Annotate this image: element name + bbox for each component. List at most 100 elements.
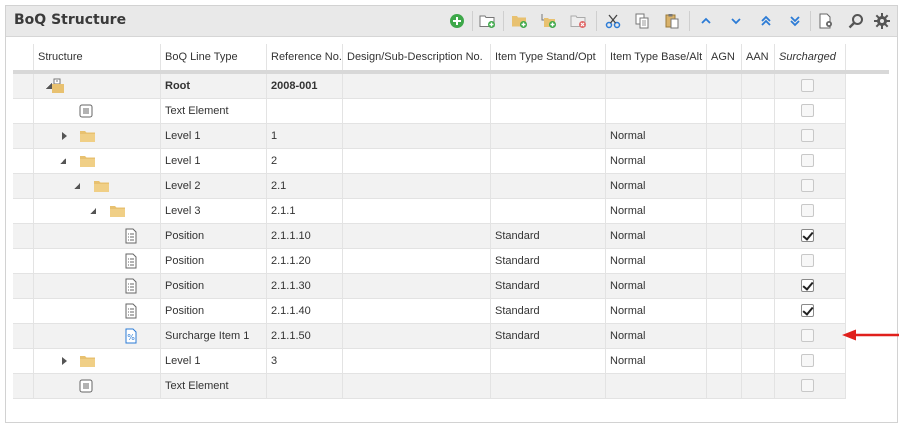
table-row[interactable]: Position 2.1.1.10 Standard Normal xyxy=(13,224,846,249)
move-bottom-icon[interactable] xyxy=(785,11,805,31)
move-down-icon[interactable] xyxy=(726,11,746,31)
header-stand-opt[interactable]: Item Type Stand/Opt xyxy=(491,44,606,70)
delete-folder-icon[interactable] xyxy=(569,11,589,31)
expand-toggle-icon[interactable] xyxy=(62,132,67,140)
boq-grid: Structure BoQ Line Type Reference No. De… xyxy=(13,44,889,404)
stand-opt-cell: Standard xyxy=(491,299,606,323)
surcharged-cell xyxy=(775,274,846,298)
surcharged-checkbox[interactable] xyxy=(801,154,814,167)
header-reference[interactable]: Reference No. xyxy=(267,44,343,70)
table-row[interactable]: Position 2.1.1.40 Standard Normal xyxy=(13,299,846,324)
line-type-cell: Level 3 xyxy=(161,199,267,223)
line-type-cell: Position xyxy=(161,249,267,273)
folder-icon xyxy=(79,353,96,373)
header-base-alt[interactable]: Item Type Base/Alt xyxy=(606,44,707,70)
surcharged-checkbox[interactable] xyxy=(801,204,814,217)
structure-cell xyxy=(34,249,161,273)
header-agn[interactable]: AGN xyxy=(707,44,742,70)
table-row[interactable]: Position 2.1.1.30 Standard Normal xyxy=(13,274,846,299)
aan-cell xyxy=(742,249,775,273)
line-type-cell: Position xyxy=(161,224,267,248)
row-spacer xyxy=(13,274,34,298)
paste-icon[interactable] xyxy=(662,11,682,31)
add-sublevel-icon[interactable] xyxy=(539,11,559,31)
row-spacer xyxy=(13,299,34,323)
surcharged-cell xyxy=(775,99,846,123)
design-cell xyxy=(343,349,491,373)
table-row[interactable]: Text Element xyxy=(13,99,846,124)
collapse-toggle-icon[interactable] xyxy=(60,158,66,164)
design-cell xyxy=(343,149,491,173)
aan-cell xyxy=(742,374,775,398)
move-up-icon[interactable] xyxy=(696,11,716,31)
position-icon xyxy=(125,303,137,323)
move-top-icon[interactable] xyxy=(756,11,776,31)
add-level-icon[interactable] xyxy=(510,11,530,31)
surcharged-checkbox[interactable] xyxy=(801,304,814,317)
base-alt-cell: Normal xyxy=(606,174,707,198)
collapse-toggle-icon[interactable] xyxy=(90,208,96,214)
surcharged-cell xyxy=(775,199,846,223)
add-icon[interactable] xyxy=(447,11,467,31)
header-design[interactable]: Design/Sub-Description No. xyxy=(343,44,491,70)
agn-cell xyxy=(707,124,742,148)
surcharged-checkbox[interactable] xyxy=(801,229,814,242)
table-row[interactable]: Level 1 1 Normal xyxy=(13,124,846,149)
table-row[interactable]: Text Element xyxy=(13,374,846,399)
search-icon[interactable] xyxy=(846,11,866,31)
design-cell xyxy=(343,224,491,248)
surcharged-checkbox[interactable] xyxy=(801,379,814,392)
stand-opt-cell xyxy=(491,99,606,123)
surcharged-checkbox[interactable] xyxy=(801,179,814,192)
collapse-toggle-icon[interactable] xyxy=(74,183,80,189)
reference-cell: 3 xyxy=(267,349,343,373)
row-spacer xyxy=(13,249,34,273)
structure-cell xyxy=(34,349,161,373)
design-cell xyxy=(343,99,491,123)
row-spacer xyxy=(13,199,34,223)
header-surcharged[interactable]: Surcharged xyxy=(775,44,846,70)
surcharged-checkbox[interactable] xyxy=(801,79,814,92)
expand-toggle-icon[interactable] xyxy=(62,357,67,365)
structure-cell: % xyxy=(34,324,161,348)
base-alt-cell: Normal xyxy=(606,249,707,273)
new-folder-icon[interactable] xyxy=(478,11,498,31)
surcharged-checkbox[interactable] xyxy=(801,279,814,292)
surcharged-checkbox[interactable] xyxy=(801,129,814,142)
table-row[interactable]: % Surcharge Item 1 2.1.1.50 Standard Normal xyxy=(13,324,846,349)
line-type-cell: Text Element xyxy=(161,99,267,123)
header-line-type[interactable]: BoQ Line Type xyxy=(161,44,267,70)
table-row[interactable]: Root 2008-001 xyxy=(13,74,846,99)
surcharged-checkbox[interactable] xyxy=(801,329,814,342)
surcharged-checkbox[interactable] xyxy=(801,354,814,367)
surcharged-checkbox[interactable] xyxy=(801,104,814,117)
table-row[interactable]: Level 1 2 Normal xyxy=(13,149,846,174)
agn-cell xyxy=(707,149,742,173)
surcharged-cell xyxy=(775,374,846,398)
table-row[interactable]: Level 1 3 Normal xyxy=(13,349,846,374)
aan-cell xyxy=(742,149,775,173)
agn-cell xyxy=(707,274,742,298)
reference-cell: 2.1.1.50 xyxy=(267,324,343,348)
table-row[interactable]: Position 2.1.1.20 Standard Normal xyxy=(13,249,846,274)
surcharged-checkbox[interactable] xyxy=(801,254,814,267)
document-settings-icon[interactable] xyxy=(816,11,836,31)
surcharge-icon: % xyxy=(125,328,137,348)
table-row[interactable]: Level 2 2.1 Normal xyxy=(13,174,846,199)
stand-opt-cell xyxy=(491,174,606,198)
base-alt-cell: Normal xyxy=(606,199,707,223)
copy-icon[interactable] xyxy=(632,11,652,31)
header-aan[interactable]: AAN xyxy=(742,44,775,70)
table-row[interactable]: Level 3 2.1.1 Normal xyxy=(13,199,846,224)
gear-icon[interactable] xyxy=(872,11,892,31)
toolbar xyxy=(6,6,897,36)
cut-icon[interactable] xyxy=(603,11,623,31)
agn-cell xyxy=(707,74,742,98)
aan-cell xyxy=(742,124,775,148)
header-structure[interactable]: Structure xyxy=(34,44,161,70)
surcharged-cell xyxy=(775,324,846,348)
reference-cell: 2.1.1.30 xyxy=(267,274,343,298)
row-spacer xyxy=(13,124,34,148)
surcharged-cell xyxy=(775,224,846,248)
design-cell xyxy=(343,174,491,198)
